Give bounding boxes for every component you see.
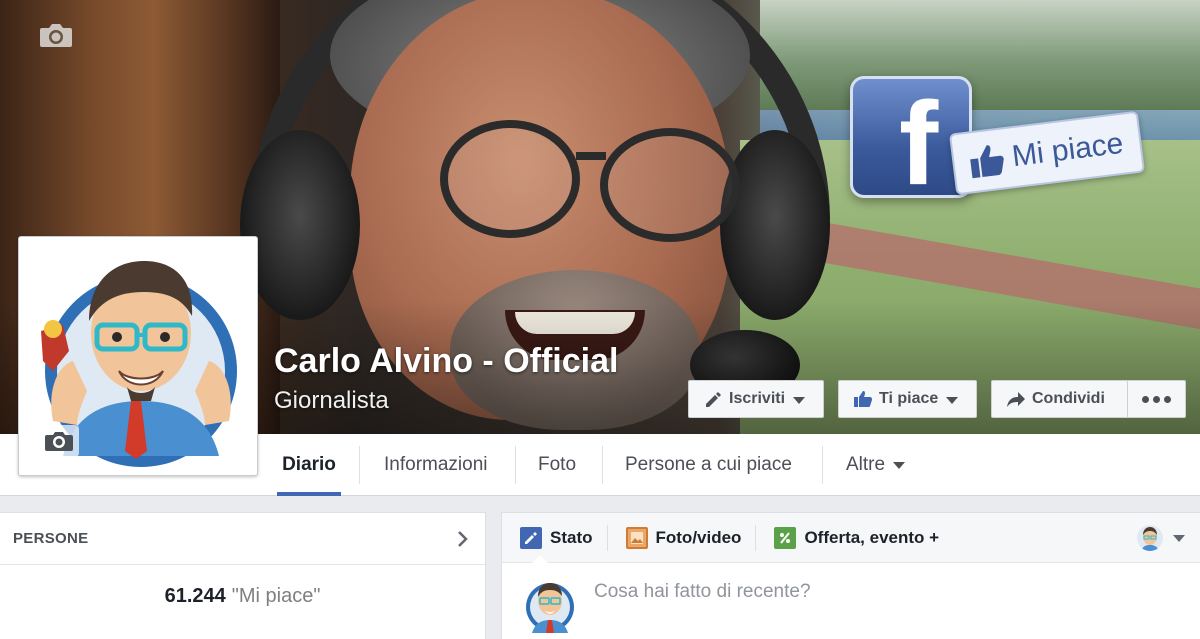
- avatar: [522, 577, 578, 633]
- composer-tab-status[interactable]: Stato: [520, 524, 608, 551]
- photo-icon: [625, 526, 648, 549]
- composer-tab-photo-video[interactable]: Foto/video: [625, 524, 757, 551]
- chevron-right-icon[interactable]: [457, 530, 469, 548]
- profile-picture[interactable]: [18, 236, 258, 476]
- glasses-right-lens: [600, 128, 740, 242]
- chevron-down-icon: [1173, 534, 1185, 542]
- post-as-selector[interactable]: [1137, 525, 1185, 551]
- headphone-right: [720, 130, 830, 320]
- glasses-left-lens: [440, 120, 580, 238]
- tab-divider: [515, 446, 516, 484]
- tab-likes[interactable]: Persone a cui piace: [625, 434, 792, 496]
- page-likes-row[interactable]: 61.244 "Mi piace": [0, 565, 485, 627]
- people-card-header[interactable]: PERSONE: [0, 513, 485, 565]
- facebook-page: f Mi piace Carlo Alvino - Official Giorn…: [0, 0, 1200, 639]
- share-button[interactable]: Condividi: [991, 380, 1128, 418]
- tab-more-label: Altre: [846, 454, 886, 475]
- composer-body[interactable]: Cosa hai fatto di recente?: [502, 563, 1200, 639]
- change-cover-camera-icon[interactable]: [38, 20, 74, 50]
- people-card-title: PERSONE: [13, 530, 89, 547]
- tab-about-label: Informazioni: [384, 454, 488, 475]
- more-dots-icon: [1142, 395, 1171, 403]
- composer-tab-offer-event[interactable]: Offerta, evento +: [774, 526, 940, 549]
- subscribe-button[interactable]: Iscriviti: [688, 380, 824, 418]
- tab-divider: [359, 446, 360, 484]
- share-label: Condividi: [1032, 390, 1105, 407]
- chevron-down-icon: [793, 396, 806, 404]
- likes-count: 61.244: [164, 584, 226, 607]
- like-label: Ti piace: [879, 390, 939, 407]
- page-title[interactable]: Carlo Alvino - Official: [274, 342, 618, 381]
- avatar: [1137, 525, 1163, 551]
- tab-likes-label: Persone a cui piace: [625, 454, 792, 475]
- likes-label: "Mi piace": [231, 584, 321, 607]
- chevron-down-icon: [946, 396, 959, 404]
- tab-divider: [602, 446, 603, 484]
- avatar: [23, 241, 253, 471]
- tab-timeline-label: Diario: [282, 454, 336, 475]
- tab-timeline[interactable]: Diario: [277, 434, 341, 496]
- more-options-button[interactable]: [1127, 380, 1186, 418]
- post-composer: Stato Foto/video Offerta, evento + Cosa …: [501, 512, 1200, 639]
- chevron-down-icon: [893, 461, 906, 469]
- composer-tab-divider: [606, 524, 608, 551]
- share-arrow-icon: [1007, 392, 1025, 407]
- composer-tab-divider: [755, 524, 757, 551]
- thumbs-up-icon: [970, 145, 1004, 179]
- people-card: PERSONE 61.244 "Mi piace": [0, 512, 486, 639]
- subscribe-label: Iscriviti: [729, 390, 786, 407]
- composer-input-placeholder[interactable]: Cosa hai fatto di recente?: [594, 581, 811, 603]
- thumbs-up-icon: [854, 391, 872, 407]
- composer-tab-status-label: Stato: [550, 527, 593, 547]
- tab-divider: [822, 446, 823, 484]
- tab-photos-label: Foto: [538, 454, 577, 475]
- tab-photos[interactable]: Foto: [538, 434, 576, 496]
- composer-tab-offer-event-label: Offerta, evento +: [804, 527, 940, 547]
- composer-tab-photo-video-label: Foto/video: [655, 527, 742, 547]
- change-profile-picture-camera-icon[interactable]: [39, 425, 79, 457]
- tab-about[interactable]: Informazioni: [384, 434, 488, 496]
- cover-like-badge-label: Mi piace: [1010, 126, 1126, 174]
- pencil-icon: [706, 392, 721, 407]
- glasses-bridge: [576, 152, 606, 160]
- tab-more[interactable]: Altre: [846, 434, 906, 496]
- page-category[interactable]: Giornalista: [274, 387, 389, 415]
- active-tab-pointer: [532, 555, 548, 563]
- like-page-button[interactable]: Ti piace: [838, 380, 977, 418]
- headphone-left: [240, 130, 360, 320]
- pencil-icon: [520, 526, 542, 549]
- composer-tabs: Stato Foto/video Offerta, evento +: [502, 513, 1200, 563]
- cover-background-trees: [760, 0, 1200, 110]
- offer-icon: [774, 526, 797, 549]
